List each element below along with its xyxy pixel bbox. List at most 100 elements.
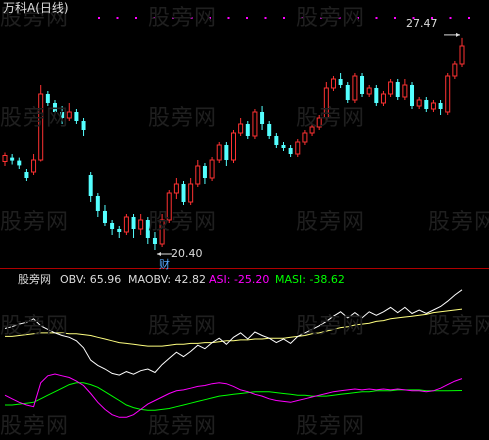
candle-body (402, 84, 408, 98)
candle-body (395, 82, 400, 97)
candle-body (74, 112, 79, 121)
price-markers (156, 32, 460, 256)
candle-body (445, 75, 451, 113)
high-price-label: 27.47 (406, 17, 438, 30)
candle (295, 139, 301, 157)
candle (245, 121, 250, 139)
stock-title: 万科A(日线) (3, 1, 69, 15)
candle (424, 97, 429, 112)
candle (159, 214, 165, 247)
candle-body (352, 75, 358, 101)
candle (188, 178, 194, 205)
candle-body (166, 192, 172, 221)
asi-line (4, 373, 463, 418)
candle-body (209, 159, 215, 179)
candle-body (2, 155, 8, 162)
candle-body (159, 219, 165, 245)
top-dot (394, 17, 396, 19)
candle (374, 85, 379, 106)
candle-body (38, 93, 44, 161)
candle (38, 85, 44, 162)
candle-body (24, 172, 29, 178)
candle-body (252, 111, 258, 137)
candle (430, 100, 436, 112)
candle-body (430, 102, 436, 110)
candle (224, 142, 229, 166)
candle (166, 190, 172, 223)
chart-canvas[interactable] (0, 0, 489, 423)
candle (102, 205, 107, 226)
candle-body (288, 148, 293, 154)
candle-body (95, 196, 100, 211)
indicator-lines (4, 289, 463, 418)
candle-body (281, 145, 286, 148)
masi-value-label: MASI: -38.62 (275, 273, 345, 286)
candle-body (330, 78, 336, 89)
candle (231, 130, 236, 163)
top-dot (338, 17, 341, 19)
candle-body (366, 87, 372, 95)
top-dot (209, 17, 211, 19)
candle (216, 142, 222, 163)
candle (2, 152, 8, 166)
event-marker[interactable]: 财 (159, 258, 170, 271)
top-dot (468, 17, 470, 19)
candle-body (131, 217, 136, 229)
obv-value-label: OBV: 65.96 (60, 273, 122, 286)
candle (323, 82, 329, 121)
candle (388, 79, 394, 97)
top-dot (320, 17, 322, 19)
candle-body (17, 160, 22, 166)
candle (31, 154, 37, 175)
candlestick-series[interactable] (2, 37, 465, 250)
candle-body (231, 132, 236, 161)
top-dot (246, 17, 248, 19)
candle (352, 73, 358, 103)
candle (281, 142, 286, 151)
candle (17, 157, 22, 169)
candle (402, 79, 408, 100)
candle-body (45, 94, 50, 103)
candle-body (360, 76, 365, 94)
indicator-name[interactable]: 股旁网 (18, 273, 51, 286)
candle-body (323, 87, 329, 119)
candle (173, 178, 179, 199)
candle (338, 73, 343, 88)
candle (10, 154, 15, 165)
candle-body (374, 88, 379, 103)
maobv-value-label: MAOBV: 42.82 (128, 273, 207, 286)
candle-body (138, 219, 144, 230)
candle-body (88, 175, 93, 196)
candle-body (224, 145, 229, 160)
candle-body (274, 136, 279, 145)
top-dot (357, 17, 359, 19)
candle-body (316, 117, 322, 128)
candle-body (188, 183, 194, 203)
candle (438, 100, 443, 115)
candle-body (309, 126, 315, 134)
candle (88, 172, 93, 202)
candle-body (60, 112, 65, 118)
candle-body (424, 100, 429, 109)
candle-body (216, 144, 222, 161)
candle (138, 214, 144, 235)
candle (95, 193, 100, 217)
obv-line (4, 289, 463, 376)
candle-body (152, 238, 157, 244)
candle-body (295, 141, 301, 155)
candle (459, 37, 465, 67)
top-dot (227, 17, 230, 19)
top-dot (135, 17, 137, 19)
candle (145, 217, 150, 244)
candle (360, 73, 365, 97)
candle (380, 91, 386, 106)
candle (52, 100, 57, 115)
candle-body (245, 124, 250, 136)
low-arrow-head (156, 252, 161, 256)
candle-body (66, 111, 72, 119)
candle (66, 103, 72, 121)
candle-body (438, 103, 443, 109)
candle (345, 82, 350, 103)
candle (309, 124, 315, 136)
top-dot (264, 17, 267, 19)
